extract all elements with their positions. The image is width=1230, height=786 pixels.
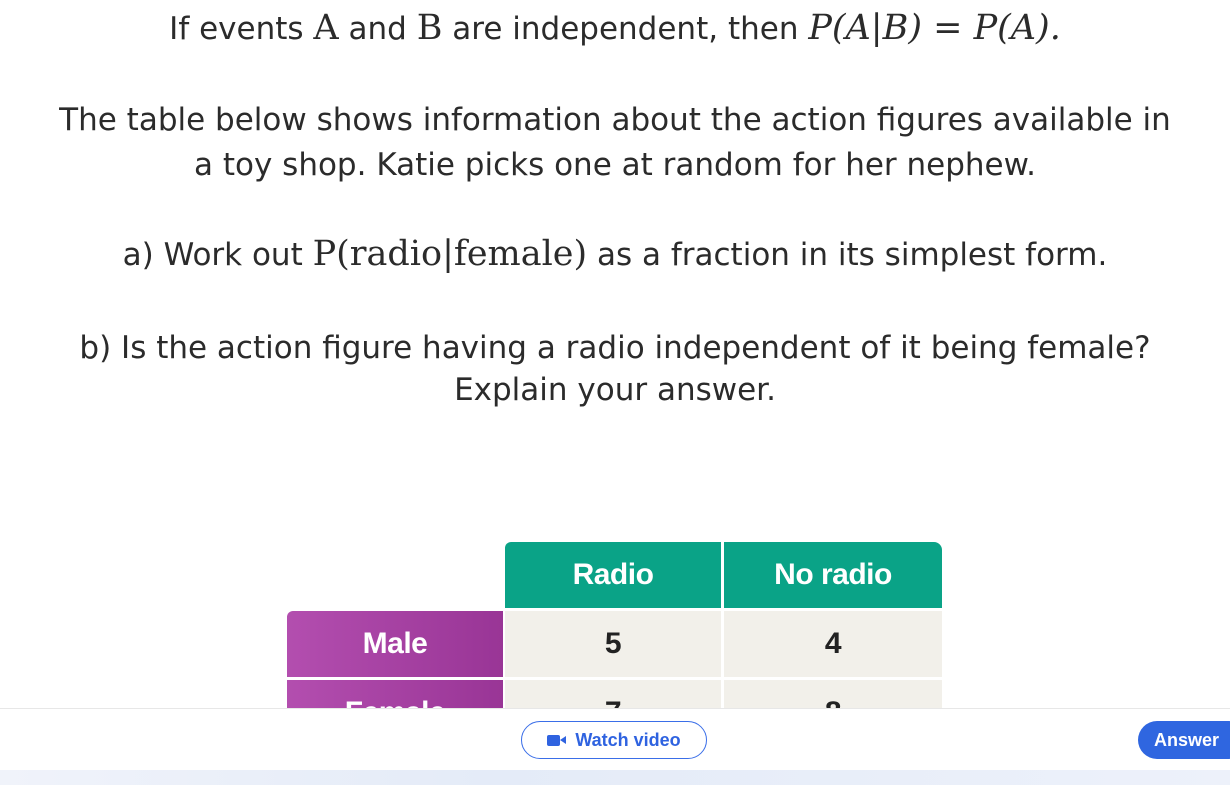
row-header-female: Female <box>287 680 503 708</box>
column-header-no-radio: No radio <box>724 542 942 608</box>
question-content: If events A and B are independent, then … <box>0 0 1230 708</box>
rule-suffix: are independent, then <box>442 11 809 47</box>
answer-button[interactable]: Answer <box>1138 721 1230 759</box>
cell-male-no-radio: 4 <box>724 611 942 677</box>
watch-video-label: Watch video <box>575 729 681 750</box>
independence-rule: If events A and B are independent, then … <box>0 8 1230 49</box>
question-a-prefix: a) Work out <box>122 237 313 273</box>
event-b: B <box>416 8 443 48</box>
formula-right: P(A). <box>973 8 1061 48</box>
rule-prefix: If events <box>169 11 314 47</box>
question-a-suffix: as a fraction in its simplest form. <box>587 237 1108 273</box>
question-a: a) Work out P(radio|female) as a fractio… <box>0 234 1230 275</box>
row-header-male: Male <box>287 611 503 677</box>
watch-video-button[interactable]: Watch video <box>521 721 707 759</box>
answer-label: Answer <box>1154 729 1220 750</box>
question-a-expression: P(radio|female) <box>312 234 588 274</box>
cell-male-radio: 5 <box>505 611 721 677</box>
event-a: A <box>313 8 339 48</box>
cell-female-no-radio: 8 <box>724 680 942 708</box>
rule-and: and <box>338 11 417 47</box>
question-b-line-2: Explain your answer. <box>454 372 776 408</box>
intro-line-1: The table below shows information about … <box>59 102 1171 138</box>
formula-left: P(A|B) <box>808 8 922 48</box>
cell-female-radio: 7 <box>505 680 721 708</box>
formula-equals: = <box>921 8 974 48</box>
question-b-line-1: b) Is the action figure having a radio i… <box>79 330 1151 366</box>
bottom-strip <box>0 770 1230 785</box>
intro-line-2: a toy shop. Katie picks one at random fo… <box>194 147 1036 183</box>
video-camera-icon <box>547 734 567 747</box>
column-header-radio: Radio <box>505 542 721 608</box>
